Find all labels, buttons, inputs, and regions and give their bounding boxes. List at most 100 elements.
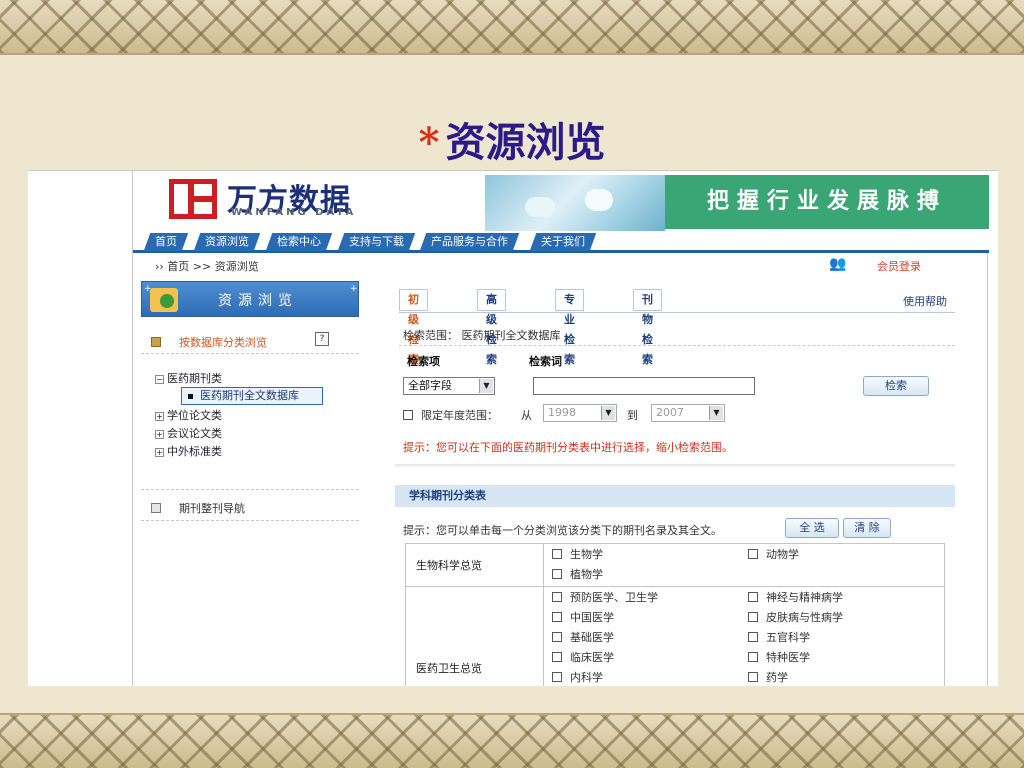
year-limit-checkbox[interactable] bbox=[403, 410, 413, 420]
folder-globe-icon bbox=[150, 288, 178, 312]
checkbox[interactable] bbox=[748, 632, 758, 642]
divider bbox=[395, 464, 955, 468]
checkbox[interactable] bbox=[552, 592, 562, 602]
classification-title: 学科期刊分类表 bbox=[395, 485, 955, 507]
screenshot-frame: 万方数据 WANFANG DATA 把握行业发展脉搏 首页 资源浏览 检索中心 … bbox=[28, 170, 998, 686]
surgeon-mask-shape bbox=[585, 189, 613, 211]
year-limit-checkbox-row[interactable]: 限定年度范围： bbox=[403, 407, 498, 423]
help-icon[interactable]: ? bbox=[315, 332, 329, 346]
tab-advanced-search[interactable]: 高级检索 bbox=[477, 289, 506, 366]
tab-professional-search[interactable]: 专业检索 bbox=[555, 289, 584, 366]
category-icon bbox=[151, 503, 161, 513]
main-nav: 首页 资源浏览 检索中心 支持与下载 产品服务与合作 关于我们 bbox=[133, 231, 989, 253]
tree-item-dissertations[interactable]: + 学位论文类 bbox=[155, 407, 222, 423]
member-users-icon[interactable]: 👥 bbox=[829, 256, 846, 272]
tabs-underline bbox=[399, 312, 955, 313]
class-item-ent[interactable]: 五官科学 bbox=[748, 629, 944, 649]
checkbox[interactable] bbox=[748, 672, 758, 682]
class-item-preventive-medicine[interactable]: 预防医学、卫生学 bbox=[552, 589, 748, 609]
divider bbox=[141, 353, 359, 354]
tree-item-conference-papers[interactable]: + 会议论文类 bbox=[155, 425, 222, 441]
slide-title-text: 资源浏览 bbox=[445, 119, 606, 166]
journal-navigation-link[interactable]: 期刊整刊导航 bbox=[151, 500, 245, 516]
expand-icon[interactable]: + bbox=[155, 430, 164, 439]
class-item-special-medicine[interactable]: 特种医学 bbox=[748, 649, 944, 669]
classification-hint: 提示：您可以单击每一个分类浏览该分类下的期刊名录及其全文。 bbox=[403, 524, 722, 537]
checkbox[interactable] bbox=[748, 549, 758, 559]
checkbox[interactable] bbox=[748, 592, 758, 602]
class-item-zoology[interactable]: 动物学 bbox=[748, 546, 944, 566]
clear-button[interactable]: 清 除 bbox=[843, 518, 891, 538]
class-item-pharmacy[interactable]: 药学 bbox=[748, 669, 944, 686]
breadcrumb: ›› 首页 >> 资源浏览 bbox=[155, 260, 259, 273]
class-item-chinese-medicine[interactable]: 中国医学 bbox=[552, 609, 748, 629]
divider bbox=[141, 520, 359, 521]
corner-plus-icon: + bbox=[144, 284, 152, 294]
wanfang-logo-icon[interactable] bbox=[169, 179, 217, 219]
sidebar-header: 资源浏览 + + bbox=[141, 281, 359, 317]
from-label: 从 bbox=[521, 409, 532, 422]
group-label[interactable]: 生物科学总览 bbox=[406, 544, 544, 586]
search-button[interactable]: 检索 bbox=[863, 376, 929, 396]
bottom-decorative-band bbox=[0, 713, 1024, 768]
tree-item-medical-journal-fulltext-db[interactable]: 医药期刊全文数据库 bbox=[181, 387, 323, 405]
category-icon bbox=[151, 337, 161, 347]
classification-table: 生物科学总览 生物学 动物学 植物学 医药卫生总览 预防医学、卫生学 神经与精神… bbox=[405, 543, 945, 686]
checkbox[interactable] bbox=[552, 672, 562, 682]
sidebar-title: 资源浏览 bbox=[218, 293, 298, 309]
browse-by-database[interactable]: 按数据库分类浏览 bbox=[151, 334, 267, 350]
class-item-internal-medicine[interactable]: 内科学 bbox=[552, 669, 748, 686]
to-year-select[interactable]: 2007 ▼ bbox=[651, 404, 725, 422]
class-group-medicine: 医药卫生总览 预防医学、卫生学 神经与精神病学 中国医学 皮肤病与性病学 基础医… bbox=[406, 587, 944, 686]
search-scope: 检索范围： 医药期刊全文数据库 bbox=[403, 329, 561, 342]
search-hint: 提示：您可以在下面的医药期刊分类表中进行选择，缩小检索范围。 bbox=[403, 441, 733, 454]
class-item-clinical-medicine[interactable]: 临床医学 bbox=[552, 649, 748, 669]
class-item-botany[interactable]: 植物学 bbox=[552, 566, 748, 586]
class-item-biology[interactable]: 生物学 bbox=[552, 546, 748, 566]
search-field-select[interactable]: 全部字段 ▼ bbox=[403, 377, 495, 395]
search-term-input[interactable] bbox=[533, 377, 755, 395]
checkbox[interactable] bbox=[552, 569, 562, 579]
group-label[interactable]: 医药卫生总览 bbox=[406, 587, 544, 686]
expand-icon[interactable]: + bbox=[155, 412, 164, 421]
web-page: 万方数据 WANFANG DATA 把握行业发展脉搏 首页 资源浏览 检索中心 … bbox=[132, 171, 989, 686]
divider bbox=[141, 489, 359, 490]
nav-resource-browse[interactable]: 资源浏览 bbox=[193, 233, 261, 251]
nav-home[interactable]: 首页 bbox=[143, 233, 189, 251]
dropdown-arrow-icon[interactable]: ▼ bbox=[601, 406, 615, 420]
nav-product-services[interactable]: 产品服务与合作 bbox=[419, 233, 520, 251]
divider bbox=[399, 345, 955, 346]
checkbox[interactable] bbox=[552, 632, 562, 642]
dropdown-arrow-icon[interactable]: ▼ bbox=[709, 406, 723, 420]
checkbox[interactable] bbox=[552, 549, 562, 559]
checkbox[interactable] bbox=[748, 652, 758, 662]
checkbox[interactable] bbox=[748, 612, 758, 622]
group-items: 生物学 动物学 植物学 bbox=[544, 544, 944, 586]
logo-english-text: WANFANG DATA bbox=[231, 207, 357, 218]
nav-support-download[interactable]: 支持与下载 bbox=[337, 233, 416, 251]
checkbox[interactable] bbox=[552, 652, 562, 662]
to-label: 到 bbox=[627, 409, 638, 422]
from-year-select[interactable]: 1998 ▼ bbox=[543, 404, 617, 422]
class-item-neurology-psychiatry[interactable]: 神经与精神病学 bbox=[748, 589, 944, 609]
corner-plus-icon: + bbox=[350, 284, 358, 294]
site-header: 万方数据 WANFANG DATA 把握行业发展脉搏 bbox=[133, 171, 989, 231]
select-all-button[interactable]: 全 选 bbox=[785, 518, 839, 538]
tree-item-standards[interactable]: + 中外标准类 bbox=[155, 443, 222, 459]
member-login-link[interactable]: 会员登录 bbox=[877, 258, 921, 274]
tab-basic-search[interactable]: 初级检索 bbox=[399, 289, 428, 366]
nav-search-center[interactable]: 检索中心 bbox=[265, 233, 333, 251]
dropdown-arrow-icon[interactable]: ▼ bbox=[479, 379, 493, 393]
tab-journal-search[interactable]: 刊物检索 bbox=[633, 289, 662, 366]
usage-help-link[interactable]: 使用帮助 bbox=[903, 293, 947, 309]
nav-about-us[interactable]: 关于我们 bbox=[529, 233, 597, 251]
class-item-dermatology[interactable]: 皮肤病与性病学 bbox=[748, 609, 944, 629]
class-item-basic-medicine[interactable]: 基础医学 bbox=[552, 629, 748, 649]
top-decorative-band bbox=[0, 0, 1024, 55]
collapse-icon[interactable]: − bbox=[155, 375, 164, 384]
banner-photo bbox=[485, 175, 665, 231]
class-group-biology: 生物科学总览 生物学 动物学 植物学 bbox=[406, 544, 944, 587]
expand-icon[interactable]: + bbox=[155, 448, 164, 457]
checkbox[interactable] bbox=[552, 612, 562, 622]
tree-item-medical-journals[interactable]: − 医药期刊类 bbox=[155, 370, 222, 386]
